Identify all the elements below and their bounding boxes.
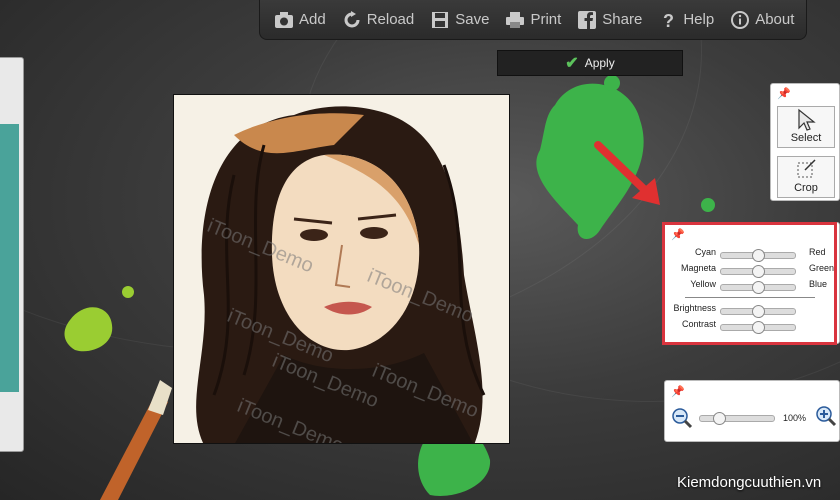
apply-label: Apply — [584, 56, 615, 70]
about-button[interactable]: About — [730, 10, 795, 29]
green-splash — [536, 83, 644, 240]
zoom-panel: 📌 100% — [664, 380, 840, 442]
tools-panel: 📌 Select Crop — [770, 83, 840, 201]
info-icon — [731, 10, 750, 29]
reload-icon — [344, 10, 360, 27]
facebook-icon — [578, 10, 597, 29]
crop-label: Crop — [794, 182, 818, 194]
save-button[interactable]: Save — [430, 11, 489, 29]
main-toolbar: Add Reload Save Print Share ? Help About — [259, 0, 807, 40]
highlight-box — [662, 222, 837, 345]
share-button[interactable]: Share — [577, 10, 643, 29]
cursor-icon — [798, 108, 816, 131]
yellow-green-drop — [122, 286, 134, 298]
photo-canvas[interactable]: iToon_Demo iToon_Demo iToon_Demo iToon_D… — [173, 94, 510, 444]
share-label: Share — [602, 11, 643, 28]
left-panel-selection — [0, 124, 19, 392]
print-label: Print — [530, 11, 562, 28]
reload-button[interactable]: Reload — [342, 10, 415, 29]
camera-icon — [275, 11, 293, 28]
pin-icon[interactable]: 📌 — [777, 87, 791, 100]
select-label: Select — [790, 132, 822, 144]
add-button[interactable]: Add — [274, 11, 326, 29]
left-panel — [0, 57, 24, 452]
reload-label: Reload — [366, 11, 415, 28]
print-button[interactable]: Print — [505, 11, 561, 29]
help-icon: ? — [663, 11, 674, 29]
about-label: About — [755, 11, 795, 28]
save-icon — [432, 11, 449, 28]
print-icon — [506, 11, 525, 28]
zoom-slider-track[interactable] — [699, 412, 775, 425]
zoom-in-icon[interactable] — [815, 405, 837, 427]
check-icon: ✔ — [565, 55, 579, 72]
crop-tool-button[interactable]: Crop — [777, 156, 835, 198]
app-canvas: Add Reload Save Print Share ? Help About… — [0, 0, 840, 500]
crop-icon — [797, 159, 816, 178]
green-drop — [701, 198, 715, 212]
site-watermark: Kiemdongcuuthien.vn — [677, 474, 822, 491]
green-drop — [604, 75, 620, 91]
select-tool-button[interactable]: Select — [777, 106, 835, 148]
zoom-slider-knob[interactable] — [712, 412, 726, 425]
svg-text:?: ? — [663, 11, 674, 29]
zoom-out-icon[interactable] — [671, 407, 693, 429]
zoom-value: 100% — [783, 413, 807, 423]
save-label: Save — [455, 11, 490, 28]
add-label: Add — [299, 11, 326, 28]
brush-tip — [148, 380, 172, 415]
help-button[interactable]: ? Help — [658, 11, 714, 29]
apply-button[interactable]: ✔ Apply — [497, 50, 683, 76]
pin-icon[interactable]: 📌 — [671, 385, 685, 398]
help-label: Help — [683, 11, 715, 28]
yellow-green-splash — [64, 307, 113, 352]
